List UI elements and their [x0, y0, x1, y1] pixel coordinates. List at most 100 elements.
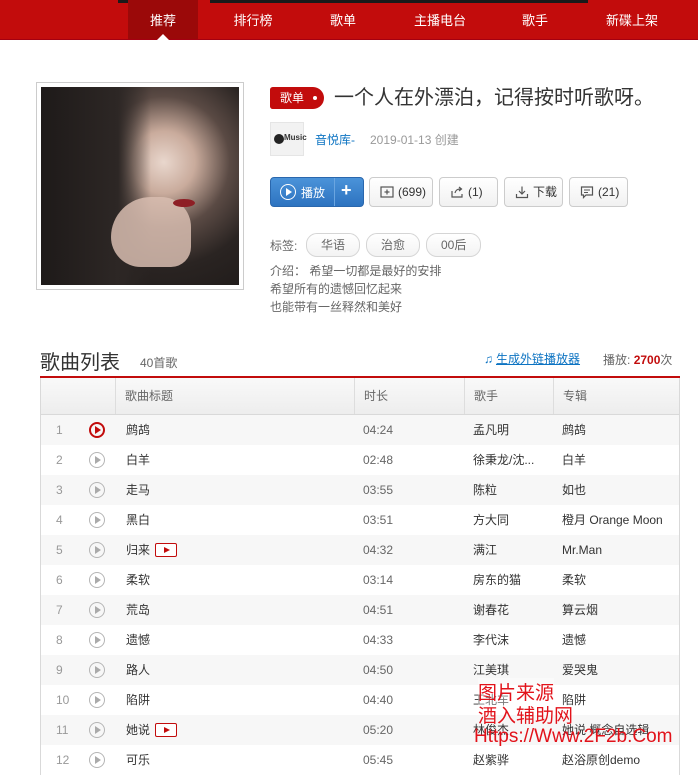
song-artist-link[interactable]: 徐秉龙/沈... — [473, 445, 553, 475]
song-title-link[interactable]: 遗憾 — [126, 633, 150, 647]
collect-button[interactable]: (699) — [369, 177, 433, 207]
song-row[interactable]: 12 可乐 05:45 赵紫骅 赵浴原创demo — [41, 745, 679, 775]
song-play-icon[interactable] — [89, 452, 105, 468]
song-artist-link[interactable]: 林俊杰 — [473, 715, 553, 745]
song-album-link[interactable]: Mr.Man — [562, 535, 677, 565]
song-play-icon[interactable] — [89, 512, 105, 528]
creator-avatar[interactable]: Music — [270, 122, 307, 156]
song-duration: 03:55 — [363, 483, 394, 497]
song-row[interactable]: 4 黑白 03:51 方大同 橙月 Orange Moon — [41, 505, 679, 535]
song-artist-link[interactable]: 谢春花 — [473, 595, 553, 625]
nav-item-new-albums[interactable]: 新碟上架 — [590, 0, 674, 39]
song-title-link[interactable]: 黑白 — [126, 513, 150, 527]
external-player-link[interactable]: ♫ 生成外链播放器 — [484, 350, 580, 367]
song-title-cell: 黑白 — [126, 505, 150, 535]
song-number: 9 — [56, 663, 63, 677]
mv-icon[interactable] — [155, 722, 178, 737]
nav-item-label: 主播电台 — [413, 13, 466, 28]
song-artist-link[interactable]: 方大同 — [473, 505, 553, 535]
cover-hand-shape — [111, 197, 191, 267]
song-number: 3 — [56, 483, 63, 497]
song-album-link[interactable]: 爱哭鬼 — [562, 655, 677, 685]
song-row[interactable]: 5 归来 04:32 满江 Mr.Man — [41, 535, 679, 565]
nav-item-recommend[interactable]: 推荐 — [128, 0, 198, 40]
song-row[interactable]: 8 遗憾 04:33 李代沫 遗憾 — [41, 625, 679, 655]
download-button[interactable]: 下载 — [504, 177, 563, 207]
song-album-link[interactable]: 赵浴原创demo — [562, 745, 677, 775]
song-title-cell: 路人 — [126, 655, 150, 685]
song-play-icon[interactable] — [89, 722, 105, 738]
nav-item-playlist[interactable]: 歌单 — [308, 0, 378, 39]
song-duration: 05:45 — [363, 753, 394, 767]
creator-name-link[interactable]: 音悦库- — [315, 131, 355, 148]
play-count: 播放: 2700次 — [603, 351, 672, 368]
nav-item-artist[interactable]: 歌手 — [500, 0, 570, 39]
playlist-cover-image — [41, 87, 239, 285]
nav-active-caret-icon — [157, 34, 169, 40]
description-line: 希望所有的遗憾回忆起来 — [270, 282, 403, 296]
song-play-icon[interactable] — [89, 542, 105, 558]
song-title-link[interactable]: 柔软 — [126, 573, 150, 587]
song-row[interactable]: 11 她说 05:20 林俊杰 她说 概念自选辑 — [41, 715, 679, 745]
song-row[interactable]: 10 陷阱 04:40 王北车 陷阱 — [41, 685, 679, 715]
playlist-cover — [36, 82, 244, 290]
nav-item-radio[interactable]: 主播电台 — [398, 0, 482, 39]
song-album-link[interactable]: 白羊 — [562, 445, 677, 475]
nav-item-chart[interactable]: 排行榜 — [218, 0, 288, 39]
song-album-link[interactable]: 遗憾 — [562, 625, 677, 655]
song-row[interactable]: 6 柔软 03:14 房东的猫 柔软 — [41, 565, 679, 595]
song-album-link[interactable]: 橙月 Orange Moon — [562, 505, 677, 535]
tag-post-00s[interactable]: 00后 — [426, 233, 482, 257]
song-artist-link[interactable]: 赵紫骅 — [473, 745, 553, 775]
song-title-cell: 白羊 — [126, 445, 150, 475]
song-row[interactable]: 1 鹧鸪 04:24 孟凡明 鹧鸪 — [41, 415, 679, 445]
song-title-cell: 陷阱 — [126, 685, 150, 715]
song-play-icon[interactable] — [89, 662, 105, 678]
song-title-link[interactable]: 荒岛 — [126, 603, 150, 617]
song-artist-link[interactable]: 房东的猫 — [473, 565, 553, 595]
song-album-link[interactable]: 柔软 — [562, 565, 677, 595]
share-button[interactable]: (1) — [439, 177, 498, 207]
folder-add-icon — [380, 186, 394, 198]
song-album-link[interactable]: 鹧鸪 — [562, 415, 677, 445]
add-to-queue-button[interactable]: + — [341, 180, 352, 201]
song-play-icon[interactable] — [89, 572, 105, 588]
song-album-link[interactable]: 算云烟 — [562, 595, 677, 625]
song-title-link[interactable]: 可乐 — [126, 753, 150, 767]
song-title-link[interactable]: 鹧鸪 — [126, 423, 150, 437]
column-header-title: 歌曲标题 — [115, 378, 355, 414]
song-artist-link[interactable]: 江美琪 — [473, 655, 553, 685]
song-artist-link[interactable]: 王北车 — [473, 685, 553, 715]
song-play-icon[interactable] — [89, 752, 105, 768]
song-play-icon[interactable] — [89, 422, 105, 438]
song-artist-link[interactable]: 陈粒 — [473, 475, 553, 505]
song-title-link[interactable]: 归来 — [126, 543, 150, 557]
song-play-icon[interactable] — [89, 692, 105, 708]
play-button[interactable]: 播放 + — [270, 177, 364, 207]
playlist-badge-label: 歌单 — [280, 91, 305, 105]
song-artist-link[interactable]: 李代沫 — [473, 625, 553, 655]
song-artist-link[interactable]: 孟凡明 — [473, 415, 553, 445]
song-row[interactable]: 7 荒岛 04:51 谢春花 算云烟 — [41, 595, 679, 625]
song-play-icon[interactable] — [89, 602, 105, 618]
song-row[interactable]: 9 路人 04:50 江美琪 爱哭鬼 — [41, 655, 679, 685]
song-table-header: 歌曲标题 时长 歌手 专辑 — [41, 378, 679, 415]
song-title-link[interactable]: 走马 — [126, 483, 150, 497]
song-title-link[interactable]: 白羊 — [126, 453, 150, 467]
mv-icon[interactable] — [155, 542, 178, 557]
song-title-link[interactable]: 路人 — [126, 663, 150, 677]
play-count-unit: 次 — [660, 353, 673, 367]
song-play-icon[interactable] — [89, 632, 105, 648]
song-album-link[interactable]: 她说 概念自选辑 — [562, 715, 677, 745]
song-artist-link[interactable]: 满江 — [473, 535, 553, 565]
song-title-link[interactable]: 她说 — [126, 723, 150, 737]
tag-healing[interactable]: 治愈 — [366, 233, 421, 257]
song-album-link[interactable]: 陷阱 — [562, 685, 677, 715]
song-album-link[interactable]: 如也 — [562, 475, 677, 505]
tag-chinese[interactable]: 华语 — [306, 233, 361, 257]
comment-button[interactable]: (21) — [569, 177, 628, 207]
song-row[interactable]: 2 白羊 02:48 徐秉龙/沈... 白羊 — [41, 445, 679, 475]
song-title-link[interactable]: 陷阱 — [126, 693, 150, 707]
song-row[interactable]: 3 走马 03:55 陈粒 如也 — [41, 475, 679, 505]
song-play-icon[interactable] — [89, 482, 105, 498]
